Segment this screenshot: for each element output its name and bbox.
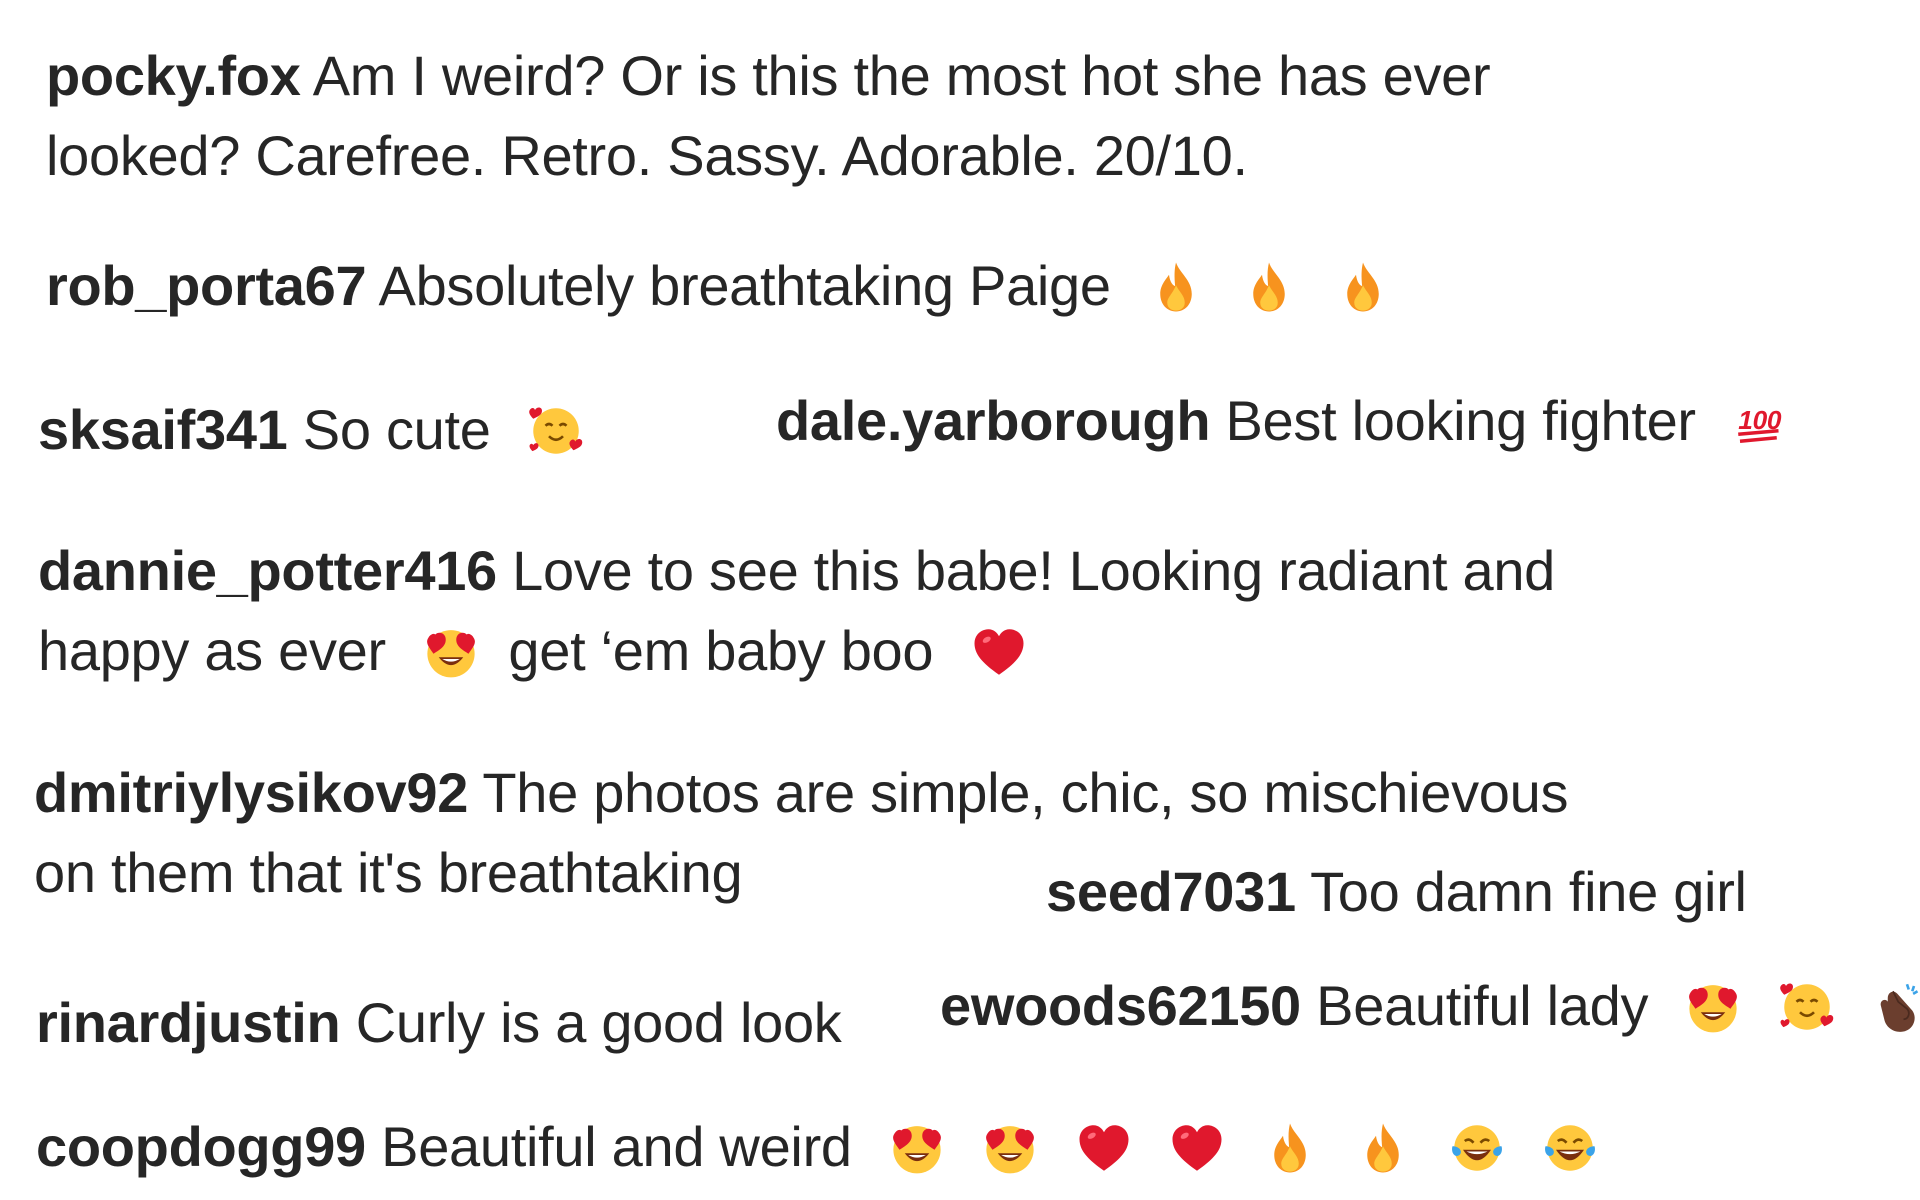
comment-item: dannie_potter416 Love to see this babe! … xyxy=(38,531,1555,691)
comment-username[interactable]: coopdogg99 xyxy=(36,1115,366,1178)
comment-text: Best looking fighter xyxy=(1225,389,1697,452)
fire-icon xyxy=(1241,259,1297,315)
fire-icon xyxy=(1148,259,1204,315)
comment-text: The photos are simple, chic, so mischiev… xyxy=(482,761,1569,824)
comment-line: happy as ever get ‘em baby boo xyxy=(38,611,1555,691)
comment-item: dale.yarborough Best looking fighter xyxy=(776,381,1789,461)
heart-eyes-icon xyxy=(982,1120,1038,1176)
comment-text: Love to see this babe! Looking radiant a… xyxy=(512,539,1556,602)
comments-panel: pocky.fox Am I weird? Or is this the mos… xyxy=(0,0,1920,1200)
hundred-points-icon xyxy=(1733,394,1789,450)
comment-username[interactable]: rinardjustin xyxy=(36,991,341,1054)
comment-item: rinardjustin Curly is a good look xyxy=(36,983,842,1063)
comment-line: looked? Carefree. Retro. Sassy. Adorable… xyxy=(46,116,1490,196)
comment-text: looked? Carefree. Retro. Sassy. Adorable… xyxy=(46,124,1248,187)
heart-eyes-icon xyxy=(889,1120,945,1176)
comment-text: Too damn fine girl xyxy=(1310,860,1747,923)
clapping-hands-icon xyxy=(1872,979,1920,1035)
comment-line: dmitriylysikov92 The photos are simple, … xyxy=(34,753,1568,833)
fire-icon xyxy=(1335,259,1391,315)
comment-username[interactable]: rob_porta67 xyxy=(46,254,367,317)
comment-item: rob_porta67 Absolutely breathtaking Paig… xyxy=(46,246,1391,326)
comment-item: sksaif341 So cute xyxy=(38,390,584,470)
red-heart-icon xyxy=(1076,1120,1132,1176)
red-heart-icon xyxy=(971,624,1027,680)
comment-text: Beautiful lady xyxy=(1316,974,1649,1037)
comment-username[interactable]: pocky.fox xyxy=(46,44,301,107)
smiling-face-with-hearts-icon xyxy=(528,403,584,459)
tears-of-joy-icon xyxy=(1449,1120,1505,1176)
comment-text: on them that it's breathtaking xyxy=(34,841,743,904)
comment-text: Absolutely breathtaking Paige xyxy=(378,254,1112,317)
comment-item: seed7031 Too damn fine girl xyxy=(1046,852,1747,932)
comment-text: happy as ever xyxy=(38,619,386,682)
comment-line: pocky.fox Am I weird? Or is this the mos… xyxy=(46,36,1491,116)
comment-item: coopdogg99 Beautiful and weird xyxy=(36,1107,1598,1187)
comment-text: Am I weird? Or is this the most hot she … xyxy=(312,44,1491,107)
comment-username[interactable]: sksaif341 xyxy=(38,398,288,461)
heart-eyes-icon xyxy=(423,624,479,680)
smiling-face-with-hearts-icon xyxy=(1779,979,1835,1035)
comment-item: ewoods62150 Beautiful lady xyxy=(940,966,1920,1046)
comment-text: get ‘em baby boo xyxy=(508,619,934,682)
comment-username[interactable]: dmitriylysikov92 xyxy=(34,761,468,824)
red-heart-icon xyxy=(1169,1120,1225,1176)
tears-of-joy-icon xyxy=(1542,1120,1598,1176)
fire-icon xyxy=(1355,1120,1411,1176)
comment-username[interactable]: dale.yarborough xyxy=(776,389,1211,452)
comment-line: dannie_potter416 Love to see this babe! … xyxy=(38,531,1555,611)
comment-text: Beautiful and weird xyxy=(381,1115,852,1178)
comment-username[interactable]: ewoods62150 xyxy=(940,974,1301,1037)
heart-eyes-icon xyxy=(1685,979,1741,1035)
fire-icon xyxy=(1262,1120,1318,1176)
comment-text: So cute xyxy=(302,398,491,461)
comment-username[interactable]: seed7031 xyxy=(1046,860,1296,923)
comment-item: pocky.fox Am I weird? Or is this the mos… xyxy=(46,36,1491,196)
comment-text: Curly is a good look xyxy=(355,991,842,1054)
comment-username[interactable]: dannie_potter416 xyxy=(38,539,497,602)
